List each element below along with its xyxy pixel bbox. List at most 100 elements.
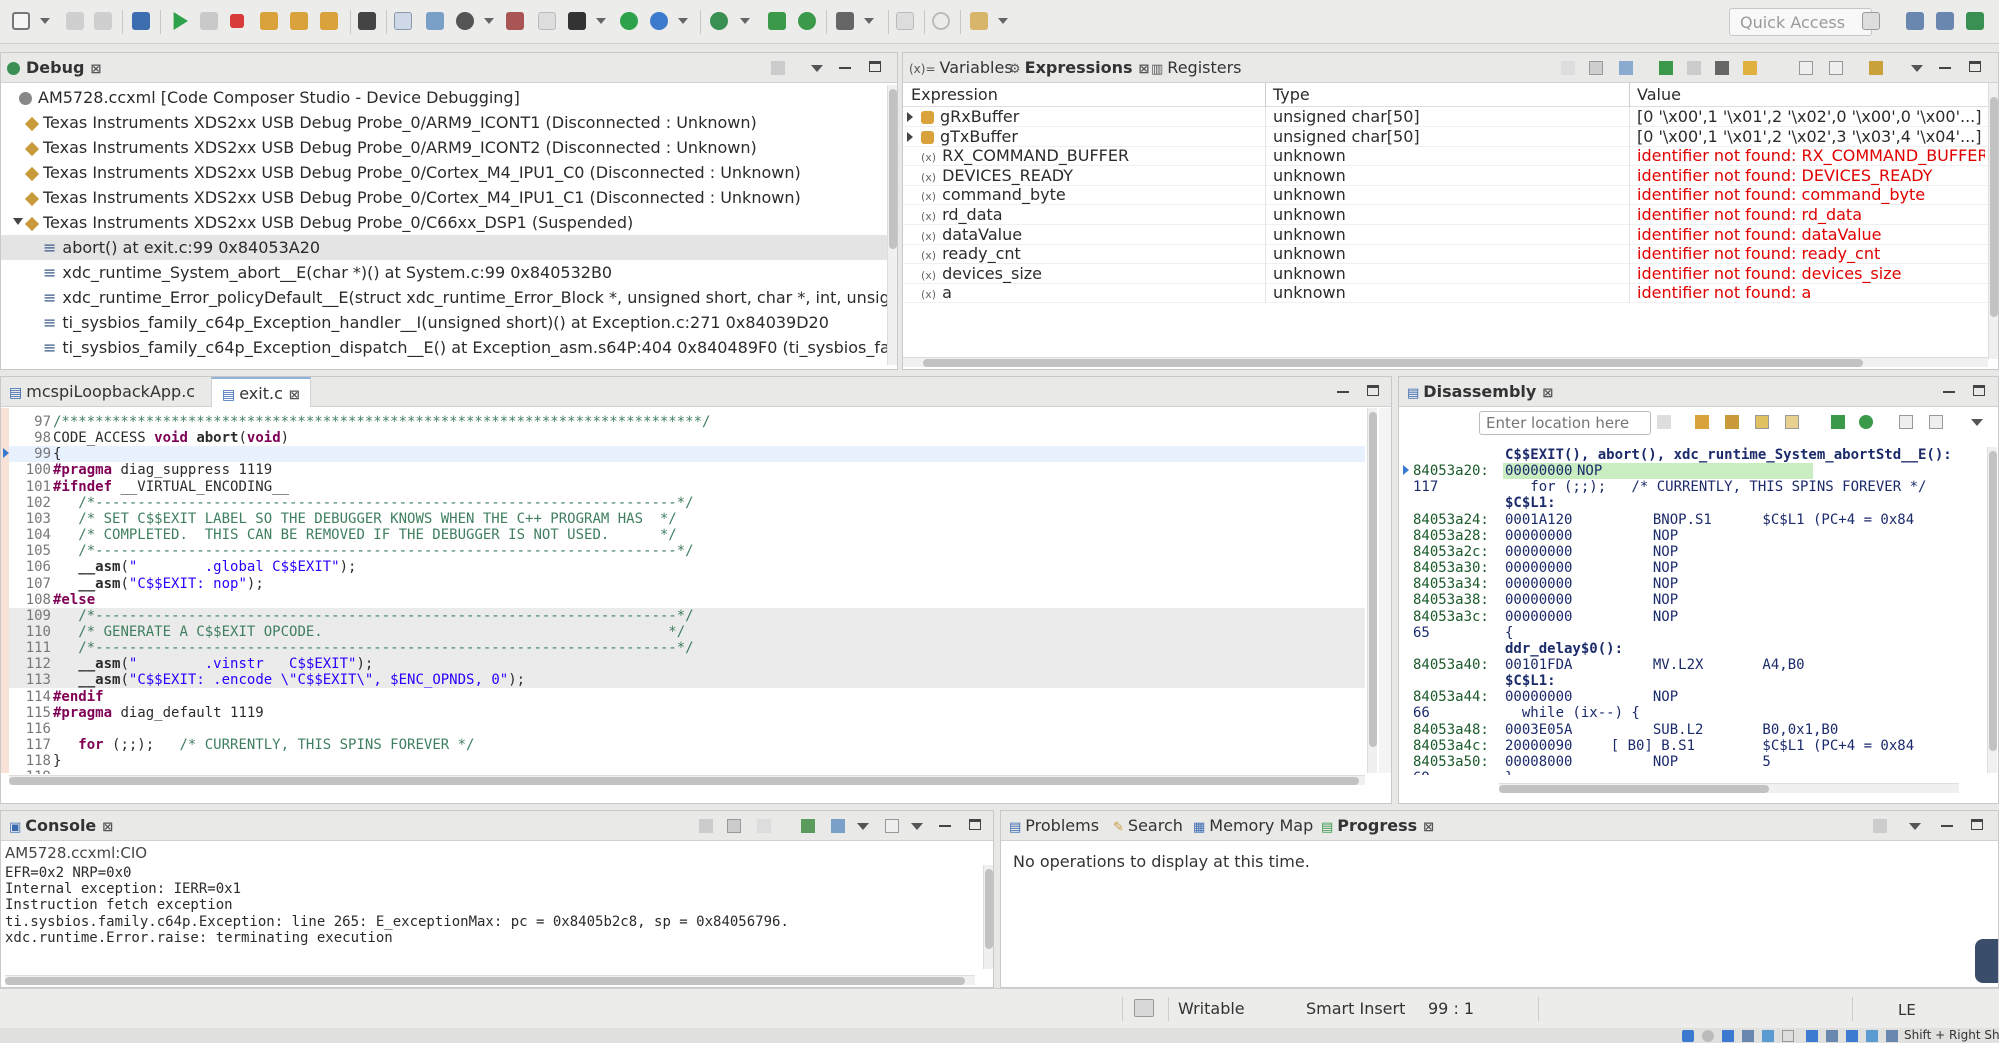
tab-exit-c[interactable]: ▤ exit.c ⊠: [211, 377, 311, 407]
new-dropdown-icon[interactable]: [40, 18, 50, 24]
minimize-icon[interactable]: [1337, 391, 1349, 393]
tab-mcspiloopbackapp[interactable]: ▤ mcspiLoopbackApp.c: [9, 377, 195, 407]
remove-all-expressions-icon[interactable]: [1715, 61, 1729, 75]
disassembly-instruction[interactable]: 84053a3c: 00000000 NOP: [1399, 609, 1987, 625]
expand-toggle-icon[interactable]: [0, 93, 1, 100]
connect-icon[interactable]: [394, 12, 412, 30]
code-line[interactable]: 116: [9, 721, 1365, 737]
quick-access-input[interactable]: Quick Access: [1729, 8, 1872, 36]
console-hscrollbar[interactable]: [5, 975, 975, 985]
tray-icon[interactable]: [1702, 1030, 1714, 1042]
tab-expressions[interactable]: ⚙ Expressions ⊠: [1009, 53, 1149, 83]
stack-frame[interactable]: ≡ ti_sysbios_family_c64p_Exception_handle…: [1, 310, 887, 335]
display-console-dropdown-icon[interactable]: [857, 823, 869, 830]
code-line[interactable]: 101 #ifndef __VIRTUAL_ENCODING__: [9, 479, 1365, 495]
code-line[interactable]: 111 /*----------------------------------…: [9, 640, 1365, 657]
code-line[interactable]: 97/*************************************…: [9, 414, 1365, 430]
scrollbar-thumb[interactable]: [9, 777, 1359, 785]
expression-value[interactable]: identifier not found: DEVICES_READY: [1637, 166, 1985, 186]
column-type[interactable]: Type: [1273, 83, 1310, 107]
tools-dropdown-icon[interactable]: [998, 18, 1008, 24]
tab-variables[interactable]: (x)= Variables: [909, 53, 1013, 83]
close-icon[interactable]: ⊠: [1542, 379, 1553, 409]
new-icon[interactable]: [12, 12, 30, 30]
source-code[interactable]: 97/*************************************…: [9, 414, 1365, 774]
code-line[interactable]: 107 __asm("C$$EXIT: nop");: [9, 576, 1365, 592]
expand-toggle-icon[interactable]: [13, 218, 23, 225]
disassembly-source-line[interactable]: 117 for (;;); /* CURRENTLY, THIS SPINS F…: [1399, 479, 1987, 495]
debug-probe[interactable]: Texas Instruments XDS2xx USB Debug Probe…: [1, 135, 887, 160]
maximize-icon[interactable]: [1973, 385, 1985, 396]
skip-breakpoints-icon[interactable]: [538, 12, 556, 30]
debug-probe[interactable]: Texas Instruments XDS2xx USB Debug Probe…: [1, 160, 887, 185]
code-line[interactable]: 100 #pragma diag_suppress 1119: [9, 462, 1365, 478]
build-dropdown-icon[interactable]: [864, 18, 874, 24]
maximize-icon[interactable]: [869, 61, 881, 72]
collapse-all-icon[interactable]: [1561, 61, 1575, 75]
new-view-icon[interactable]: [1799, 61, 1813, 75]
expression-value[interactable]: [0 '\x00',1 '\x01',2 '\x02',0 '\x00',0 '…: [1637, 107, 1985, 127]
close-icon[interactable]: ⊠: [90, 55, 101, 85]
code-line[interactable]: 102 /*----------------------------------…: [9, 495, 1365, 511]
memory-icon[interactable]: [358, 12, 376, 30]
disassembly-label[interactable]: $C$L1:: [1399, 673, 1987, 689]
editor-scrollbar[interactable]: [1367, 408, 1377, 773]
minimize-icon[interactable]: [939, 825, 951, 827]
disassembly-scrollbar[interactable]: [1987, 447, 1997, 773]
tray-icon[interactable]: [1846, 1030, 1858, 1042]
expression-value[interactable]: identifier not found: RX_COMMAND_BUFFER: [1637, 146, 1985, 166]
expression-value[interactable]: identifier not found: ready_cnt: [1637, 244, 1985, 264]
remove-all-finished-icon[interactable]: [1873, 819, 1887, 833]
code-line[interactable]: 112 __asm(" .vinstr C$$EXIT");: [9, 656, 1365, 673]
minimize-icon[interactable]: [1943, 391, 1955, 393]
scrollbar-thumb[interactable]: [1369, 412, 1377, 747]
load-program-icon[interactable]: [568, 12, 586, 30]
go-icon[interactable]: [1657, 415, 1671, 429]
expression-row[interactable]: gTxBuffer unsigned char[50] [0 '\x00',1 '\…: [903, 126, 1988, 147]
expression-value[interactable]: identifier not found: a: [1637, 283, 1985, 303]
disassembly-instruction[interactable]: 84053a24: 0001A120 BNOP.S1 $C$L1 (PC+4 = …: [1399, 512, 1987, 528]
code-line[interactable]: 108 #else: [9, 592, 1365, 608]
tray-icon[interactable]: [1826, 1030, 1838, 1042]
tray-icon[interactable]: [1762, 1030, 1774, 1042]
close-icon[interactable]: ⊠: [1139, 55, 1150, 85]
minimize-icon[interactable]: [1941, 825, 1953, 827]
layout-icon[interactable]: [1619, 61, 1633, 75]
tab-disassembly[interactable]: ▤ Disassembly ⊠: [1407, 377, 1553, 407]
step-into-icon[interactable]: [260, 12, 278, 30]
code-line[interactable]: 103 /* SET C$$EXIT LABEL SO THE DEBUGGER…: [9, 511, 1365, 527]
add-expression-icon[interactable]: [1659, 61, 1673, 75]
location-input[interactable]: [1479, 411, 1651, 435]
scroll-lock-icon[interactable]: [727, 819, 741, 833]
load-dropdown-icon[interactable]: [596, 18, 606, 24]
word-wrap-icon[interactable]: [757, 819, 771, 833]
scrollbar-thumb[interactable]: [1989, 451, 1997, 751]
step-over-assembly-icon[interactable]: [798, 12, 816, 30]
step-over-icon[interactable]: [290, 12, 308, 30]
show-source-icon[interactable]: [1755, 415, 1769, 429]
clear-console-icon[interactable]: [699, 819, 713, 833]
stack-frame[interactable]: ≡ xdc_runtime_System_abort__E(char *)() a…: [1, 260, 887, 285]
remove-expression-icon[interactable]: [1687, 61, 1701, 75]
refresh-icon[interactable]: [1743, 61, 1757, 75]
side-widget-icon[interactable]: [1975, 939, 1998, 983]
expression-value[interactable]: [0 '\x00',1 '\x01',2 '\x02',3 '\x03',4 '…: [1637, 127, 1985, 147]
step-return-icon[interactable]: [320, 12, 338, 30]
code-line[interactable]: 99{: [9, 446, 1365, 463]
column-divider[interactable]: [1629, 83, 1630, 107]
reset-dropdown-icon[interactable]: [678, 18, 688, 24]
step-assembly-icon[interactable]: [768, 12, 786, 30]
disassembly-instruction[interactable]: 84053a30: 00000000 NOP: [1399, 560, 1987, 576]
disassembly-listing[interactable]: C$$EXIT(), abort(), xdc_runtime_System_a…: [1399, 447, 1987, 775]
continuous-refresh-icon[interactable]: [1869, 61, 1883, 75]
expression-row[interactable]: (x) devices_size unknown identifier not fou…: [903, 263, 1988, 284]
disassembly-instruction[interactable]: 84053a28: 00000000 NOP: [1399, 528, 1987, 544]
disassembly-hscrollbar[interactable]: [1499, 783, 1959, 793]
expression-row[interactable]: (x) command_byte unknown identifier not fou…: [903, 185, 1988, 206]
build-icon[interactable]: [836, 12, 854, 30]
remove-all-terminated-icon[interactable]: [771, 61, 785, 75]
maximize-icon[interactable]: [969, 819, 981, 830]
open-console-icon[interactable]: [885, 819, 899, 833]
search-icon[interactable]: [932, 12, 950, 30]
save-all-icon[interactable]: [94, 12, 112, 30]
